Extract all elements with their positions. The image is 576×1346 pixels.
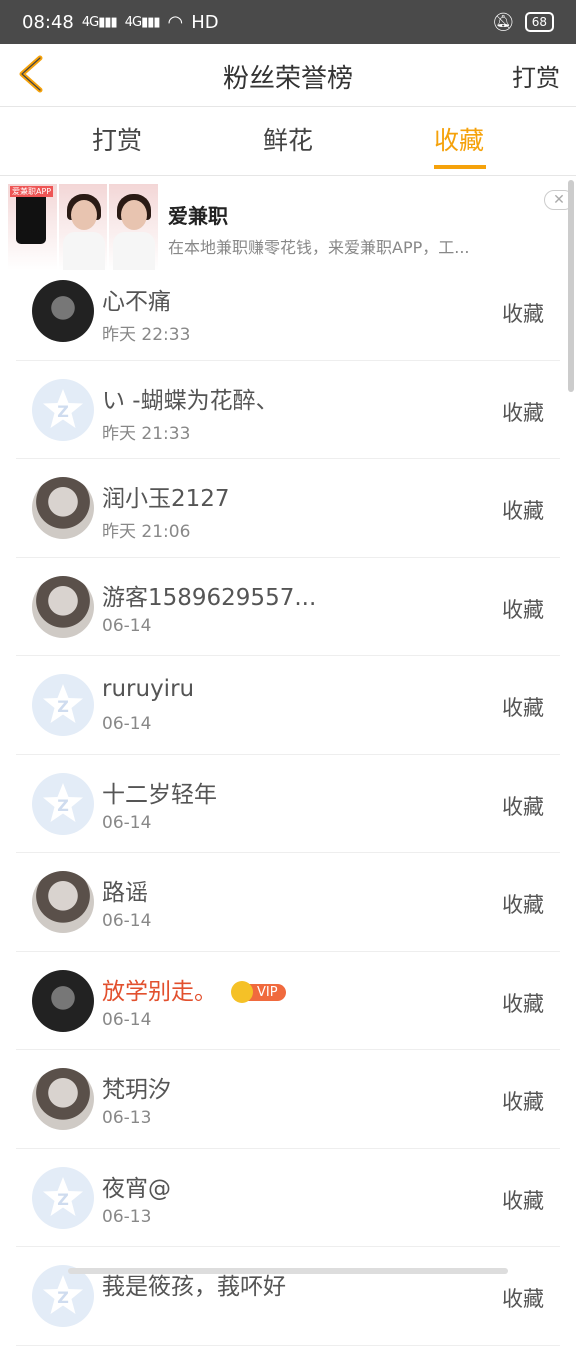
- battery-icon: 68: [524, 12, 554, 32]
- fan-list: 心不痛 昨天 22:33 收藏 Z い -蝴蝶为花醉、 昨天 21:33 收藏 润小玉2127…: [16, 262, 560, 1346]
- svg-text:Z: Z: [57, 796, 69, 815]
- reward-button[interactable]: 打赏: [512, 58, 560, 93]
- action-label: 收藏: [502, 1188, 544, 1213]
- timestamp: 昨天 21:33: [102, 423, 191, 444]
- tab-collect[interactable]: 收藏: [434, 121, 484, 157]
- action-label: 收藏: [502, 597, 544, 622]
- list-item[interactable]: Z 莪是筱孩，莪吥好 收藏: [16, 1247, 560, 1346]
- user-name: 夜宵@: [102, 1175, 171, 1202]
- ad-description: 在本地兼职赚零花钱，来爱兼职APP，工...: [168, 238, 470, 257]
- svg-text:Z: Z: [57, 1288, 69, 1307]
- ad-image: [109, 184, 159, 270]
- default-avatar-icon[interactable]: Z: [32, 674, 94, 736]
- tab-reward[interactable]: 打赏: [92, 121, 142, 157]
- avatar[interactable]: [32, 1068, 94, 1130]
- list-item[interactable]: 梵玥汐 06-13 收藏: [16, 1050, 560, 1149]
- default-avatar-icon[interactable]: Z: [32, 1265, 94, 1327]
- default-avatar-icon[interactable]: Z: [32, 1166, 94, 1229]
- action-label: 收藏: [502, 794, 544, 819]
- action-label: 收藏: [502, 302, 544, 326]
- timestamp: 昨天 21:06: [102, 522, 191, 542]
- wifi-icon: ◠: [167, 11, 184, 33]
- mute-icon: 🔕︎: [491, 11, 515, 33]
- ad-images: 爱兼职APP: [8, 184, 159, 270]
- hd-label: HD: [191, 11, 219, 33]
- tab-flowers[interactable]: 鲜花: [263, 121, 313, 157]
- list-item[interactable]: 心不痛昨天 22:33 收藏: [16, 262, 560, 361]
- action-label: 收藏: [502, 991, 544, 1016]
- ad-banner[interactable]: 爱兼职APP 爱兼职 在本地兼职赚零花钱，来爱兼职APP，工... ✕: [8, 184, 576, 270]
- list-item[interactable]: 润小玉2127 昨天 21:06 收藏: [16, 459, 560, 558]
- action-label: 收藏: [502, 696, 544, 720]
- page-title: 粉丝荣誉榜: [222, 64, 353, 94]
- list-item[interactable]: Zruruyiru 06-14 收藏: [16, 656, 560, 755]
- list-item[interactable]: Z い -蝴蝶为花醉、昨天 21:33 收藏: [16, 361, 560, 459]
- tab-bar: 打赏 鲜花 收藏: [0, 107, 576, 176]
- svg-text:Z: Z: [57, 1190, 69, 1209]
- user-name: 游客1589629557...: [102, 584, 317, 611]
- status-bar: 08:48 4G▮▮▮ 4G▮▮▮ ◠ HD 🔕︎ 68: [0, 0, 576, 44]
- timestamp: 06-14: [102, 1009, 152, 1030]
- svg-text:Z: Z: [57, 697, 69, 716]
- status-time: 08:48: [22, 11, 74, 33]
- user-name: 放学别走。 VIP: [102, 972, 286, 1006]
- avatar[interactable]: [32, 969, 94, 1032]
- timestamp: 06-13: [102, 1108, 152, 1128]
- user-name: い -蝴蝶为花醉、: [102, 387, 279, 414]
- vip-badge: VIP: [231, 981, 286, 1003]
- user-name: 心不痛: [102, 289, 171, 315]
- crown-icon: [231, 981, 253, 1003]
- signal-icon-2: 4G▮▮▮: [124, 14, 161, 30]
- timestamp: 06-14: [102, 714, 152, 734]
- action-label: 收藏: [502, 893, 544, 917]
- avatar[interactable]: [32, 871, 94, 933]
- ad-title: 爱兼职: [168, 204, 228, 228]
- ad-image: 爱兼职APP: [8, 184, 57, 270]
- list-item[interactable]: 路谣 06-14 收藏: [16, 853, 560, 952]
- timestamp: 昨天 22:33: [102, 325, 191, 345]
- action-label: 收藏: [502, 499, 544, 523]
- list-item[interactable]: Z 夜宵@ 06-13 收藏: [16, 1149, 560, 1247]
- timestamp: 06-14: [102, 911, 152, 931]
- list-item[interactable]: 游客1589629557... 06-14 收藏: [16, 558, 560, 656]
- ad-image: [58, 184, 108, 270]
- tab-active-indicator: [434, 165, 486, 169]
- avatar[interactable]: [32, 575, 94, 638]
- user-name: 润小玉2127: [102, 486, 230, 512]
- home-indicator: [68, 1268, 508, 1274]
- timestamp: 06-14: [102, 812, 152, 833]
- action-label: 收藏: [502, 1287, 544, 1311]
- user-name: 路谣: [102, 880, 148, 906]
- header: 粉丝荣誉榜 打赏: [0, 44, 576, 107]
- default-avatar-icon[interactable]: Z: [32, 772, 94, 835]
- svg-text:Z: Z: [57, 402, 69, 421]
- list-item[interactable]: 放学别走。 VIP 06-14 收藏: [16, 952, 560, 1050]
- timestamp: 06-14: [102, 615, 152, 636]
- timestamp: 06-13: [102, 1206, 152, 1227]
- action-label: 收藏: [502, 400, 544, 425]
- avatar[interactable]: [32, 280, 94, 342]
- list-item[interactable]: Z 十二岁轻年 06-14 收藏: [16, 755, 560, 853]
- default-avatar-icon[interactable]: Z: [32, 378, 94, 441]
- user-name: 梵玥汐: [102, 1077, 171, 1103]
- avatar[interactable]: [32, 477, 94, 539]
- action-label: 收藏: [502, 1090, 544, 1114]
- user-name: 十二岁轻年: [102, 781, 217, 808]
- user-name: ruruyiru: [102, 676, 195, 702]
- back-arrow-icon[interactable]: [14, 54, 54, 94]
- signal-icon-1: 4G▮▮▮: [81, 14, 118, 30]
- scrollbar[interactable]: [568, 180, 574, 392]
